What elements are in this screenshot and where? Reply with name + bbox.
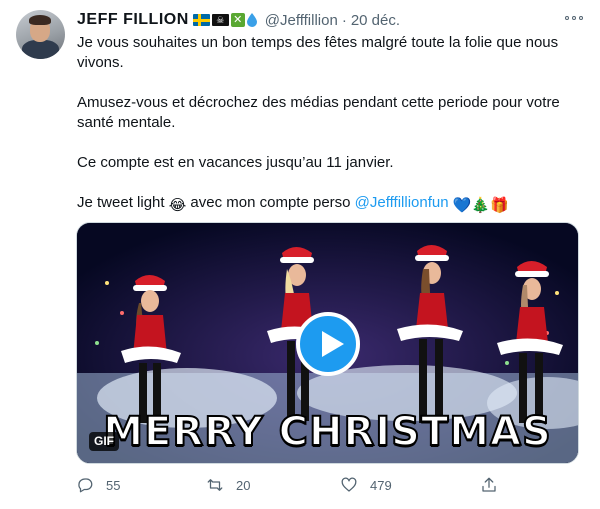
separator: ·: [341, 11, 347, 29]
laughing-emoji-icon: 😂: [168, 197, 187, 214]
droplet-icon: [246, 13, 257, 27]
mention-link[interactable]: @Jefffillionfun: [355, 194, 449, 211]
share-icon: [482, 477, 496, 492]
text-before: Je tweet light: [77, 194, 169, 211]
like-count: 479: [370, 477, 392, 493]
handle[interactable]: @Jefffillion: [265, 12, 338, 29]
x-mark-icon: ✕: [230, 13, 245, 27]
swedish-flag-icon: [192, 14, 210, 26]
display-name[interactable]: JEFF FILLION: [77, 11, 189, 29]
pirate-flag-icon: ☠: [211, 14, 229, 26]
tweet-paragraph-last: Je tweet light 😂 avec mon compte perso @…: [77, 193, 577, 216]
play-button[interactable]: [296, 312, 360, 376]
gif-badge: GIF: [89, 432, 119, 451]
gif-caption: MERRY CHRISTMAS: [102, 408, 552, 456]
more-options-icon[interactable]: [564, 11, 584, 25]
text-after: avec mon compte perso: [186, 194, 355, 211]
heart-tree-gift-emoji-icon: 💙🎄🎁: [452, 197, 509, 214]
tweet-paragraph: Amusez-vous et décrochez des médias pend…: [77, 94, 560, 131]
tweet-header: JEFF FILLION ☠ ✕ @Jefffillion · 20 déc.: [77, 9, 400, 31]
avatar[interactable]: [16, 10, 65, 59]
tweet-text: Je vous souhaites un bon temps des fêtes…: [77, 33, 577, 216]
reply-button[interactable]: 55: [76, 476, 120, 494]
reply-count: 55: [106, 477, 121, 493]
tweet[interactable]: JEFF FILLION ☠ ✕ @Jefffillion · 20 déc. …: [0, 0, 600, 509]
name-emojis: ☠ ✕: [192, 13, 257, 27]
tweet-actions: 55 20 479: [76, 476, 506, 498]
share-button[interactable]: [480, 476, 498, 494]
retweet-icon: [207, 479, 223, 491]
like-button[interactable]: 479: [340, 476, 392, 494]
retweet-button[interactable]: 20: [206, 476, 250, 494]
tweet-paragraph: Ce compte est en vacances jusqu’au 11 ja…: [77, 154, 394, 171]
tweet-paragraph: Je vous souhaites un bon temps des fêtes…: [77, 34, 559, 71]
gif-media[interactable]: MERRY CHRISTMAS GIF: [76, 222, 579, 464]
tweet-date[interactable]: 20 déc.: [351, 12, 400, 29]
retweet-count: 20: [236, 477, 251, 493]
reply-icon: [78, 478, 93, 493]
heart-icon: [341, 477, 357, 492]
